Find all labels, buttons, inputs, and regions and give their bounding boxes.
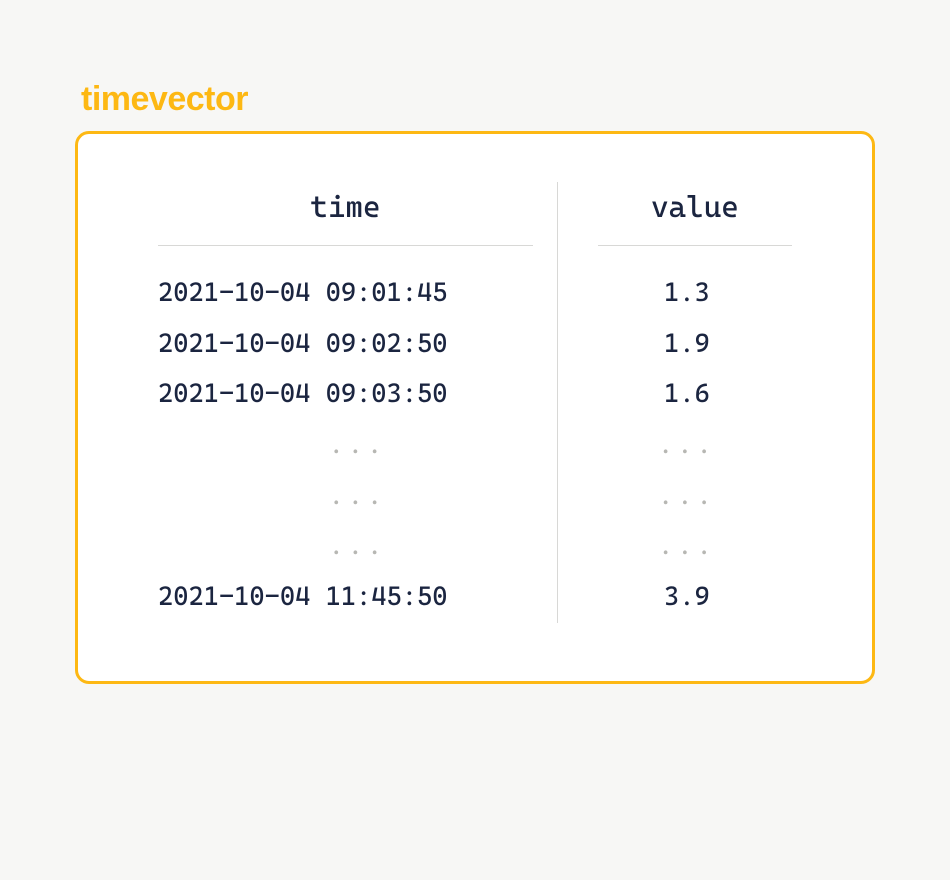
value-cell: 1.3 (558, 268, 816, 319)
time-column: time 2021-10-04 09:01:45 2021-10-04 09:0… (134, 182, 557, 623)
value-column-header: value (598, 182, 792, 246)
value-cell: 3.9 (558, 572, 816, 623)
ellipsis: ... (558, 521, 816, 572)
timevector-panel: time 2021-10-04 09:01:45 2021-10-04 09:0… (75, 131, 875, 684)
time-column-header: time (158, 182, 533, 246)
time-cell: 2021-10-04 09:03:50 (134, 369, 557, 420)
ellipsis: ... (134, 521, 557, 572)
value-cell: 1.9 (558, 319, 816, 370)
ellipsis: ... (558, 471, 816, 522)
ellipsis: ... (134, 420, 557, 471)
ellipsis: ... (558, 420, 816, 471)
time-cell: 2021-10-04 09:01:45 (134, 268, 557, 319)
time-cell: 2021-10-04 09:02:50 (134, 319, 557, 370)
ellipsis: ... (134, 471, 557, 522)
panel-title: timevector (81, 80, 875, 119)
data-table: time 2021-10-04 09:01:45 2021-10-04 09:0… (134, 182, 816, 623)
value-cell: 1.6 (558, 369, 816, 420)
time-cell: 2021-10-04 11:45:50 (134, 572, 557, 623)
value-column: value 1.3 1.9 1.6 ... ... ... 3.9 (557, 182, 816, 623)
